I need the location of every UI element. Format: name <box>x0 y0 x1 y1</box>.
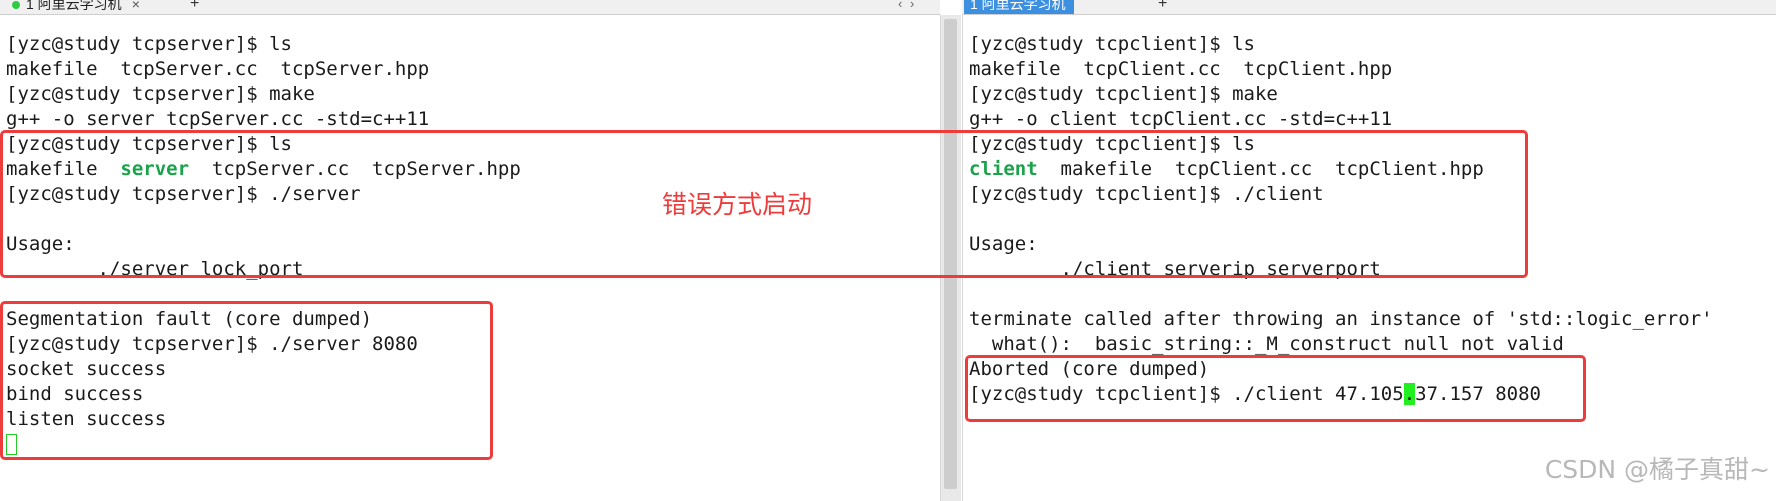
terminal-text: [yzc@study tcpclient]$ ls <box>969 33 1255 55</box>
highlight-box-client-command <box>965 355 1586 422</box>
right-tab-bar: 1 阿里云学习机 + <box>962 0 1776 15</box>
tab-right-session[interactable]: 1 阿里云学习机 <box>964 0 1074 14</box>
terminal-line: [yzc@study tcpclient]$ ls <box>969 32 1713 57</box>
terminal-text: makefile tcpClient.cc tcpClient.hpp <box>969 58 1393 80</box>
terminal-text: what(): basic_string::_M_construct null … <box>969 333 1564 355</box>
terminal-line: terminate called after throwing an insta… <box>969 307 1713 332</box>
terminal-line: g++ -o server tcpServer.cc -std=c++11 <box>6 107 521 132</box>
watermark: CSDN @橘子真甜~ <box>1544 455 1770 484</box>
terminal-line: g++ -o client tcpClient.cc -std=c++11 <box>969 107 1713 132</box>
terminal-text: [yzc@study tcpserver]$ make <box>6 83 315 105</box>
terminal-line: makefile tcpClient.cc tcpClient.hpp <box>969 57 1713 82</box>
terminal-text: makefile tcpServer.cc tcpServer.hpp <box>6 58 430 80</box>
terminal-text: g++ -o server tcpServer.cc -std=c++11 <box>6 108 430 130</box>
terminal-text: terminate called after throwing an insta… <box>969 308 1713 330</box>
tab-label: 1 阿里云学习机 <box>970 0 1066 12</box>
tab-label: 1 阿里云学习机 <box>26 0 122 12</box>
left-tab-bar: 1 阿里云学习机 × + ‹ › <box>0 0 940 15</box>
close-icon[interactable]: × <box>132 0 140 12</box>
terminal-line: [yzc@study tcpserver]$ ls <box>6 32 521 57</box>
tab-left-session[interactable]: 1 阿里云学习机 × <box>6 0 148 14</box>
terminal-line: what(): basic_string::_M_construct null … <box>969 332 1713 357</box>
terminal-line: [yzc@study tcpclient]$ make <box>969 82 1713 107</box>
terminal-text: [yzc@study tcpserver]$ ls <box>6 33 292 55</box>
annotation-label: 错误方式启动 <box>662 190 813 219</box>
new-tab-icon[interactable]: + <box>190 0 199 14</box>
terminal-line: makefile tcpServer.cc tcpServer.hpp <box>6 57 521 82</box>
highlight-box-server-output <box>0 301 493 460</box>
new-tab-icon[interactable]: + <box>1158 0 1167 14</box>
tab-nav-arrows-icon[interactable]: ‹ › <box>898 0 916 14</box>
terminal-line: [yzc@study tcpserver]$ make <box>6 82 521 107</box>
terminal-text: g++ -o client tcpClient.cc -std=c++11 <box>969 108 1393 130</box>
status-dot-icon <box>12 1 20 10</box>
terminal-text: [yzc@study tcpclient]$ make <box>969 83 1278 105</box>
